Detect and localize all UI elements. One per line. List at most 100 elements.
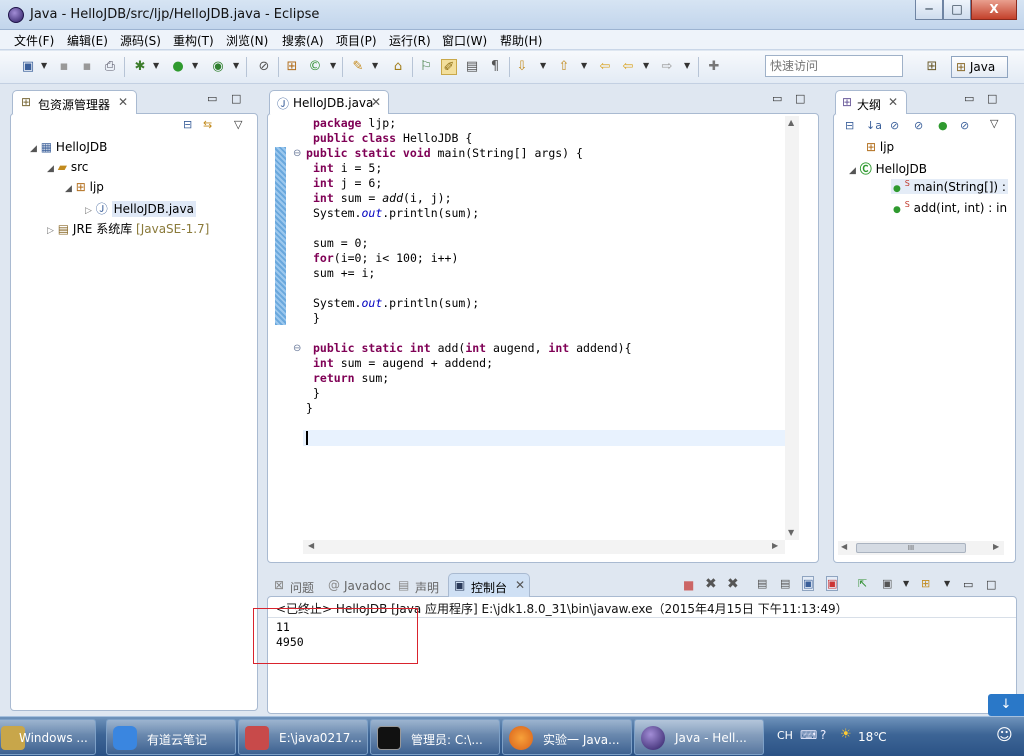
- display-console-icon[interactable]: ▣: [882, 577, 892, 590]
- menu-run[interactable]: 运行(R): [389, 32, 431, 49]
- download-arrow-icon[interactable]: ↓: [988, 694, 1024, 716]
- collapse-all-icon[interactable]: ⊟: [183, 118, 192, 131]
- new-icon[interactable]: ▣: [20, 59, 36, 75]
- skip-breakpoints-icon[interactable]: ⊘: [256, 59, 272, 75]
- minimize-button[interactable]: ─: [915, 0, 943, 20]
- link-editor-icon[interactable]: ⇆: [203, 118, 212, 131]
- forward-dropdown-icon[interactable]: ▼: [684, 61, 690, 70]
- menu-project[interactable]: 项目(P): [336, 32, 377, 49]
- tab-console[interactable]: ▣ 控制台 ✕: [448, 573, 530, 597]
- hide-nonpublic-icon[interactable]: ●: [938, 119, 948, 132]
- new-class-icon[interactable]: ©: [307, 59, 323, 75]
- tab-package-explorer[interactable]: ⊞ 包资源管理器 ✕: [12, 90, 137, 114]
- menu-edit[interactable]: 编辑(E): [67, 32, 108, 49]
- close-icon[interactable]: ✕: [888, 95, 898, 109]
- menu-navigate[interactable]: 浏览(N): [226, 32, 268, 49]
- maximize-button[interactable]: □: [943, 0, 971, 20]
- expand-arrow-icon[interactable]: ◢: [849, 166, 856, 176]
- code-area[interactable]: package ljp; public class HelloJDB { pub…: [303, 116, 783, 416]
- minimize-view-icon[interactable]: ▭: [963, 578, 973, 591]
- editor-vertical-scrollbar[interactable]: [785, 116, 799, 540]
- maximize-view-icon[interactable]: □: [231, 92, 241, 105]
- hide-local-types-icon[interactable]: ⊘: [960, 119, 969, 132]
- hide-fields-icon[interactable]: ⊘: [890, 119, 899, 132]
- fold-icon[interactable]: ⊖: [293, 148, 301, 159]
- pin-editor-icon[interactable]: ✚: [706, 59, 722, 75]
- open-perspective-icon[interactable]: ⊞: [924, 59, 940, 75]
- show-whitespace-icon[interactable]: ¶: [487, 59, 503, 75]
- forward-icon[interactable]: ⇨: [659, 59, 675, 75]
- terminate-icon[interactable]: ■: [683, 578, 694, 592]
- save-all-icon[interactable]: ▪: [79, 59, 95, 75]
- hide-static-icon[interactable]: ⊘: [914, 119, 923, 132]
- outline-item-method[interactable]: ● S main(String[]) :: [891, 179, 1008, 194]
- collapse-arrow-icon[interactable]: ▷: [47, 226, 54, 236]
- tab-declaration[interactable]: ▤ 声明: [395, 575, 445, 595]
- block-selection-icon[interactable]: ▤: [464, 59, 480, 75]
- new-package-icon[interactable]: ⊞: [284, 59, 300, 75]
- tab-problems[interactable]: ⊠ 问题: [270, 575, 320, 595]
- java-perspective-button[interactable]: ⊞ Java: [951, 56, 1008, 78]
- task-cmd[interactable]: 管理员: C:\...: [370, 719, 500, 755]
- tab-outline[interactable]: ⊞ 大纲 ✕: [835, 90, 907, 114]
- minimize-view-icon[interactable]: ▭: [772, 92, 782, 105]
- editor-horizontal-scrollbar[interactable]: [303, 540, 785, 554]
- collapse-arrow-icon[interactable]: ▷: [85, 206, 92, 216]
- task-youdao[interactable]: 有道云笔记: [106, 719, 236, 755]
- display-console-dropdown-icon[interactable]: ▼: [903, 579, 909, 588]
- tab-javadoc[interactable]: @ Javadoc: [325, 575, 391, 595]
- close-icon[interactable]: ✕: [371, 95, 381, 109]
- scroll-left-icon[interactable]: ◀: [841, 542, 847, 551]
- run-dropdown-icon[interactable]: ▼: [192, 61, 198, 70]
- remove-all-icon[interactable]: ✖: [727, 576, 739, 592]
- clear-console-icon[interactable]: ▤: [757, 577, 767, 590]
- prev-annotation-dropdown-icon[interactable]: ▼: [581, 61, 587, 70]
- expand-arrow-icon[interactable]: ◢: [30, 144, 37, 154]
- scroll-lock-icon[interactable]: ▤: [780, 577, 790, 590]
- outline-horizontal-scrollbar[interactable]: ◀ III ▶: [838, 541, 1004, 555]
- minimize-view-icon[interactable]: ▭: [207, 92, 217, 105]
- back-dropdown-icon[interactable]: ▼: [643, 61, 649, 70]
- close-icon[interactable]: ✕: [515, 578, 525, 592]
- tree-item-file[interactable]: ▷ Ⓙ HelloJDB.java: [85, 200, 196, 217]
- next-annotation-dropdown-icon[interactable]: ▼: [540, 61, 546, 70]
- debug-dropdown-icon[interactable]: ▼: [153, 61, 159, 70]
- pin-console-icon[interactable]: ⇱: [858, 577, 867, 590]
- scroll-left-icon[interactable]: ◀: [308, 541, 314, 550]
- fold-icon[interactable]: ⊖: [293, 343, 301, 354]
- menu-file[interactable]: 文件(F): [14, 32, 54, 49]
- maximize-view-icon[interactable]: □: [987, 92, 997, 105]
- close-icon[interactable]: ✕: [118, 95, 128, 109]
- view-menu-icon[interactable]: ▽: [990, 117, 998, 130]
- print-icon[interactable]: ⎙: [102, 59, 118, 75]
- search-icon[interactable]: ⚐: [418, 59, 434, 75]
- ime-indicator[interactable]: CH: [777, 729, 793, 742]
- open-console-dropdown-icon[interactable]: ▼: [944, 579, 950, 588]
- sort-icon[interactable]: ↓a: [866, 119, 882, 132]
- open-console-icon[interactable]: ⊞: [921, 577, 930, 590]
- show-stderr-icon[interactable]: ▣: [826, 576, 839, 591]
- outline-item-method[interactable]: ● S add(int, int) : in: [893, 200, 1007, 215]
- new-class-dropdown-icon[interactable]: ▼: [330, 61, 336, 70]
- menu-source[interactable]: 源码(S): [120, 32, 161, 49]
- tab-hellojdb-java[interactable]: Ⓙ HelloJDB.java ✕: [269, 90, 389, 114]
- weather-icon[interactable]: ☀: [840, 727, 852, 742]
- tree-item-project[interactable]: ◢ ▦ HelloJDB: [30, 140, 107, 154]
- outline-item-package[interactable]: ⊞ ljp: [866, 140, 894, 154]
- prev-annotation-icon[interactable]: ⇧: [556, 59, 572, 75]
- scroll-up-icon[interactable]: ▲: [788, 118, 794, 127]
- scroll-right-icon[interactable]: ▶: [772, 541, 778, 550]
- collapse-all-icon[interactable]: ⊟: [845, 119, 854, 132]
- menu-search[interactable]: 搜索(A): [282, 32, 324, 49]
- minimize-view-icon[interactable]: ▭: [964, 92, 974, 105]
- tree-item-jre[interactable]: ▷ ▤ JRE 系统库 [JavaSE-1.7]: [47, 220, 209, 237]
- help-icon[interactable]: ?: [820, 728, 826, 742]
- task-windows[interactable]: Windows ...: [0, 719, 96, 755]
- annotation-icon[interactable]: ✎: [350, 59, 366, 75]
- task-folder[interactable]: E:\java0217...: [238, 719, 368, 755]
- run-icon[interactable]: ●: [170, 59, 186, 75]
- tree-item-src[interactable]: ◢ ▰ src: [47, 160, 88, 174]
- debug-icon[interactable]: ✱: [132, 59, 148, 75]
- open-type-icon[interactable]: ⌂: [390, 59, 406, 75]
- menu-help[interactable]: 帮助(H): [500, 32, 542, 49]
